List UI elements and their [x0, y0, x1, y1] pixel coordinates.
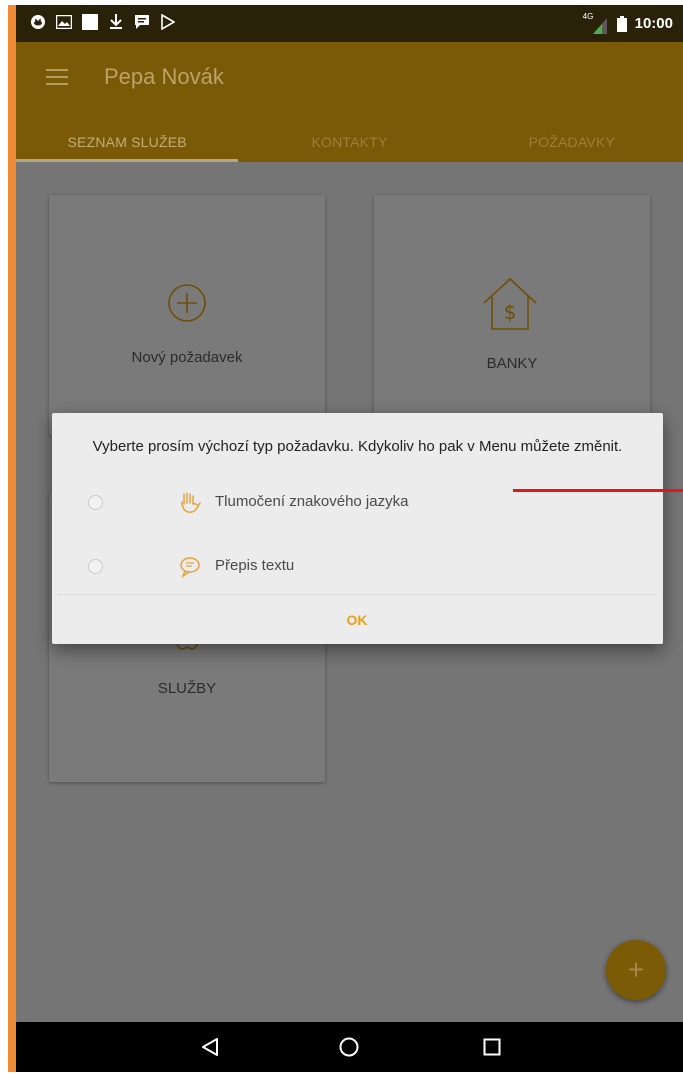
- house-dollar-icon: $: [480, 275, 540, 333]
- signal-icon: 4G: [583, 12, 609, 36]
- radio-button[interactable]: [88, 495, 103, 510]
- dialog-divider: [57, 594, 657, 595]
- ok-button[interactable]: OK: [307, 605, 407, 635]
- card-label: Nový požadavek: [131, 349, 243, 366]
- card-label: BANKY: [486, 355, 538, 372]
- card-label: SLUŽBY: [157, 680, 217, 697]
- dialog-message: Vyberte prosím výchozí typ požadavku. Kd…: [92, 438, 623, 455]
- tab-kontakty[interactable]: KONTAKTY: [238, 122, 460, 162]
- status-bar-system: 4G 10:00: [583, 5, 673, 42]
- speech-bubble-icon: [178, 555, 202, 579]
- tab-bar: SEZNAM SLUŽEB KONTAKTY POŽADAVKY: [16, 122, 683, 162]
- download-icon: [108, 14, 124, 30]
- back-triangle-icon[interactable]: [199, 1036, 221, 1058]
- default-request-type-dialog: Vyberte prosím výchozí typ požadavku. Kd…: [52, 413, 663, 644]
- play-store-icon: [160, 14, 176, 30]
- blank-notification-icon: [82, 14, 98, 30]
- option-label: Tlumočení znakového jazyka: [215, 493, 409, 510]
- option-label: Přepis textu: [215, 557, 295, 574]
- add-fab-button[interactable]: +: [606, 940, 666, 1000]
- hamburger-menu-icon[interactable]: [46, 69, 68, 85]
- app-title: Pepa Novák: [104, 64, 224, 89]
- home-circle-icon[interactable]: [338, 1036, 360, 1058]
- plus-icon: +: [627, 954, 645, 985]
- message-icon: [134, 14, 150, 30]
- clock: 10:00: [634, 15, 673, 32]
- radio-button[interactable]: [88, 559, 103, 574]
- notification-app-icon: [30, 14, 46, 30]
- recents-square-icon[interactable]: [481, 1036, 503, 1058]
- status-bar-notifications: [30, 14, 176, 30]
- tab-seznam-sluzeb[interactable]: SEZNAM SLUŽEB: [16, 122, 238, 162]
- status-bar: 4G 10:00: [16, 5, 683, 42]
- tab-pozadavky[interactable]: POŽADAVKY: [461, 122, 683, 162]
- app-bar: Pepa Novák SEZNAM SLUŽEB KONTAKTY POŽADA…: [16, 42, 683, 162]
- option-text-transcription[interactable]: Přepis textu: [52, 549, 663, 585]
- sign-language-hand-icon: [178, 491, 202, 515]
- plus-circle-icon: [167, 283, 207, 323]
- screen: 4G 10:00 Pepa Novák SEZNAM SLUŽEB KONTAK…: [16, 5, 683, 1072]
- red-annotation-line: [513, 489, 683, 492]
- card-new-request[interactable]: Nový požadavek: [49, 195, 325, 435]
- device-frame: 4G 10:00 Pepa Novák SEZNAM SLUŽEB KONTAK…: [8, 5, 683, 1072]
- card-banky[interactable]: $ BANKY: [374, 195, 650, 435]
- image-icon: [56, 14, 72, 30]
- svg-text:$: $: [504, 300, 517, 324]
- battery-icon: [616, 15, 627, 32]
- navigation-bar: [16, 1022, 683, 1072]
